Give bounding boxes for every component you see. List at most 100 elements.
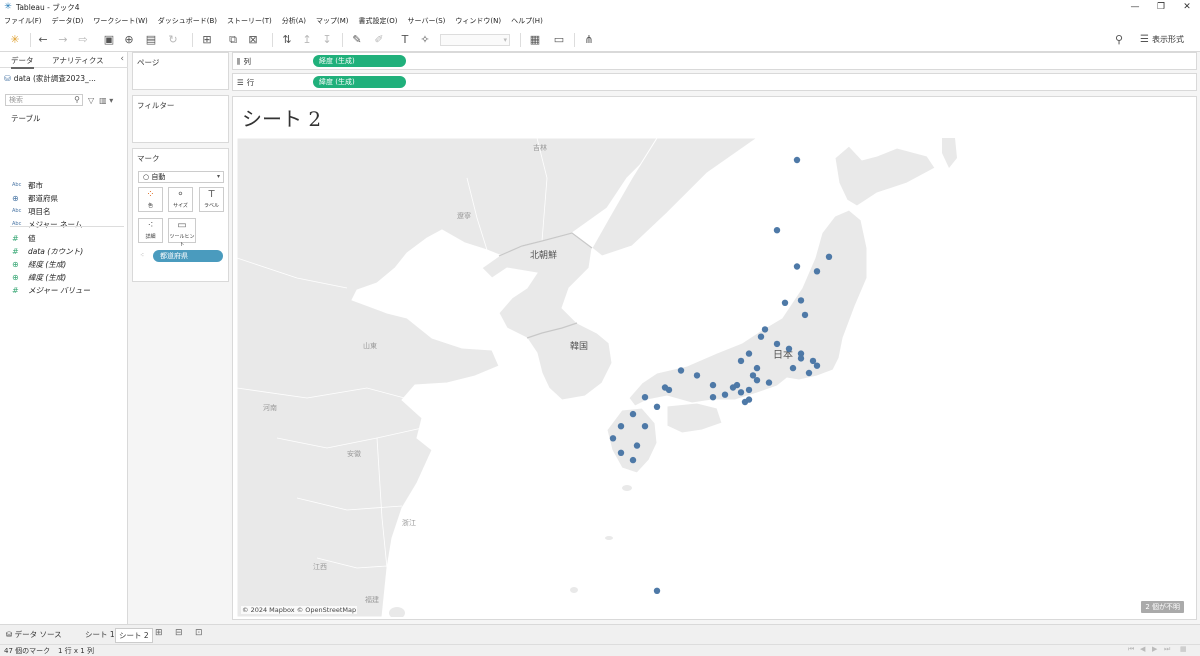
prefecture-mark[interactable] [693,372,701,379]
menu-story[interactable]: ストーリー(T) [227,16,272,26]
new-datasource-icon[interactable]: ⊕ [122,32,136,48]
prefecture-mark[interactable] [745,350,753,357]
prefecture-mark[interactable] [629,410,637,418]
share-icon[interactable]: ⋔ [582,32,596,48]
show-mark-labels-icon[interactable]: T [398,32,412,48]
tab-data[interactable]: データ [11,55,34,69]
prefecture-mark[interactable] [773,340,781,348]
color-button[interactable]: ⁘ 色 [138,187,163,212]
field-measure-names[interactable]: Abc メジャー ネーム [12,218,82,230]
search-input[interactable]: 検索 ⚲ [5,94,83,106]
prefecture-mark[interactable] [617,423,625,430]
prefecture-mark[interactable] [757,333,765,340]
menu-data[interactable]: データ(D) [52,16,84,26]
menu-dashboard[interactable]: ダッシュボード(B) [158,16,217,26]
fix-axes-icon[interactable]: ✧ [418,32,432,48]
prefecture-mark[interactable] [709,381,717,389]
minimize-button[interactable]: — [1122,0,1148,14]
presentation-mode-icon[interactable]: ▭ [552,32,566,48]
prefecture-mark[interactable] [753,364,761,372]
detail-button[interactable]: ⁖ 詳細 [138,218,163,243]
prefecture-mark[interactable] [721,391,729,398]
field-longitude[interactable]: ⊕ 経度 (生成) [12,258,66,270]
first-sheet-icon[interactable]: ⏮ [1128,645,1134,654]
prefecture-mark[interactable] [741,398,749,406]
prefecture-mark[interactable] [825,253,833,260]
prefecture-mark[interactable] [633,442,641,449]
tab-sheet-1[interactable]: シート 1 [82,628,118,643]
prefecture-mark[interactable] [789,364,797,372]
redo-icon[interactable]: → [56,32,70,48]
prefecture-mark[interactable] [805,369,813,377]
swap-rows-columns-icon[interactable]: ⇅ [280,32,294,48]
prefecture-mark[interactable] [653,403,661,410]
tab-sheet-2[interactable]: シート 2 [115,628,153,643]
prefecture-mark[interactable] [737,357,745,365]
field-value[interactable]: # 値 [12,232,36,244]
prefecture-mark[interactable] [793,156,801,164]
grid-view-icon[interactable]: ▦ [1180,645,1187,653]
rows-shelf[interactable]: ☰ 行 緯度 (生成) [232,73,1197,91]
prefecture-mark[interactable] [677,367,685,374]
map-attribution[interactable]: © 2024 Mapbox © OpenStreetMap [241,606,358,614]
prefecture-mark[interactable] [781,299,789,306]
label-button[interactable]: T ラベル [199,187,224,212]
pages-card[interactable]: ページ [132,52,229,90]
prefecture-mark[interactable] [753,377,761,384]
refresh-icon[interactable]: ↻ [166,32,180,48]
new-story-icon[interactable]: ⊡ [195,628,203,638]
new-worksheet-icon[interactable]: ⊞ [155,628,163,638]
tableau-home-icon[interactable]: ✳ [8,32,22,48]
prefecture-mark[interactable] [797,297,805,304]
new-worksheet-icon[interactable]: ⊞ [200,32,214,48]
prefecture-mark[interactable] [785,345,793,352]
duplicate-sheet-icon[interactable]: ⧉ [226,32,240,48]
clear-sheet-icon[interactable]: ⊠ [246,32,260,48]
fit-dropdown[interactable]: ▾ [440,34,510,46]
collapse-pane-icon[interactable]: ‹ [120,54,124,64]
tooltip-button[interactable]: ▭ ツールヒント [168,218,196,248]
view-options-icon[interactable]: ▥ ▾ [99,96,113,105]
menu-window[interactable]: ウィンドウ(N) [455,16,501,26]
field-measure-values[interactable]: # メジャー バリュー [12,284,90,296]
menu-worksheet[interactable]: ワークシート(W) [93,16,147,26]
prefecture-mark[interactable] [641,423,649,430]
show-cards-icon[interactable]: ▦ [528,32,542,48]
field-data-count[interactable]: # data (カウント) [12,245,83,257]
prefecture-mark[interactable] [765,379,773,386]
datasource-item[interactable]: ⛁ data (家計調査2023_... [4,71,124,85]
new-dashboard-icon[interactable]: ⊟ [175,628,183,638]
menu-map[interactable]: マップ(M) [316,16,349,26]
replay-icon[interactable]: ⇨ [76,32,90,48]
restore-button[interactable]: ❐ [1148,0,1174,14]
prefecture-mark[interactable] [773,227,781,234]
field-item-name[interactable]: Abc 項目名 [12,205,51,217]
columns-shelf[interactable]: ⫼ 列 経度 (生成) [232,52,1197,70]
latitude-pill[interactable]: 緯度 (生成) [313,76,406,88]
close-button[interactable]: ✕ [1174,0,1200,14]
prefecture-mark[interactable] [797,355,805,362]
prefecture-mark[interactable] [661,384,669,391]
longitude-pill[interactable]: 経度 (生成) [313,55,406,67]
prefecture-mark[interactable] [745,386,753,394]
tab-analytics[interactable]: アナリティクス [52,55,104,66]
prefecture-mark[interactable] [641,394,649,401]
tab-datasource[interactable]: ⛁ データ ソース [3,628,65,643]
show-me-button[interactable]: ☰ 表示形式 [1140,34,1184,45]
filter-icon[interactable]: ▽ [88,96,94,105]
mark-type-select[interactable]: ○ 自動 ▾ [138,171,224,183]
prev-sheet-icon[interactable]: ◀ [1140,645,1145,653]
menu-analysis[interactable]: 分析(A) [282,16,306,26]
prefecture-mark[interactable] [609,435,617,442]
menu-file[interactable]: ファイル(F) [4,16,42,26]
menu-help[interactable]: ヘルプ(H) [511,16,543,26]
group-members-icon[interactable]: ✐ [372,32,386,48]
prefecture-mark[interactable] [793,263,801,270]
prefecture-mark[interactable] [737,389,745,396]
prefecture-mark[interactable] [629,456,637,464]
format-painter-icon[interactable]: ⚲ [1112,32,1126,48]
prefecture-mark[interactable] [801,311,809,319]
field-prefecture[interactable]: ⊕ 都道府県 [12,192,58,204]
pause-updates-icon[interactable]: ▤ [144,32,158,48]
highlight-icon[interactable]: ✎ [350,32,364,48]
